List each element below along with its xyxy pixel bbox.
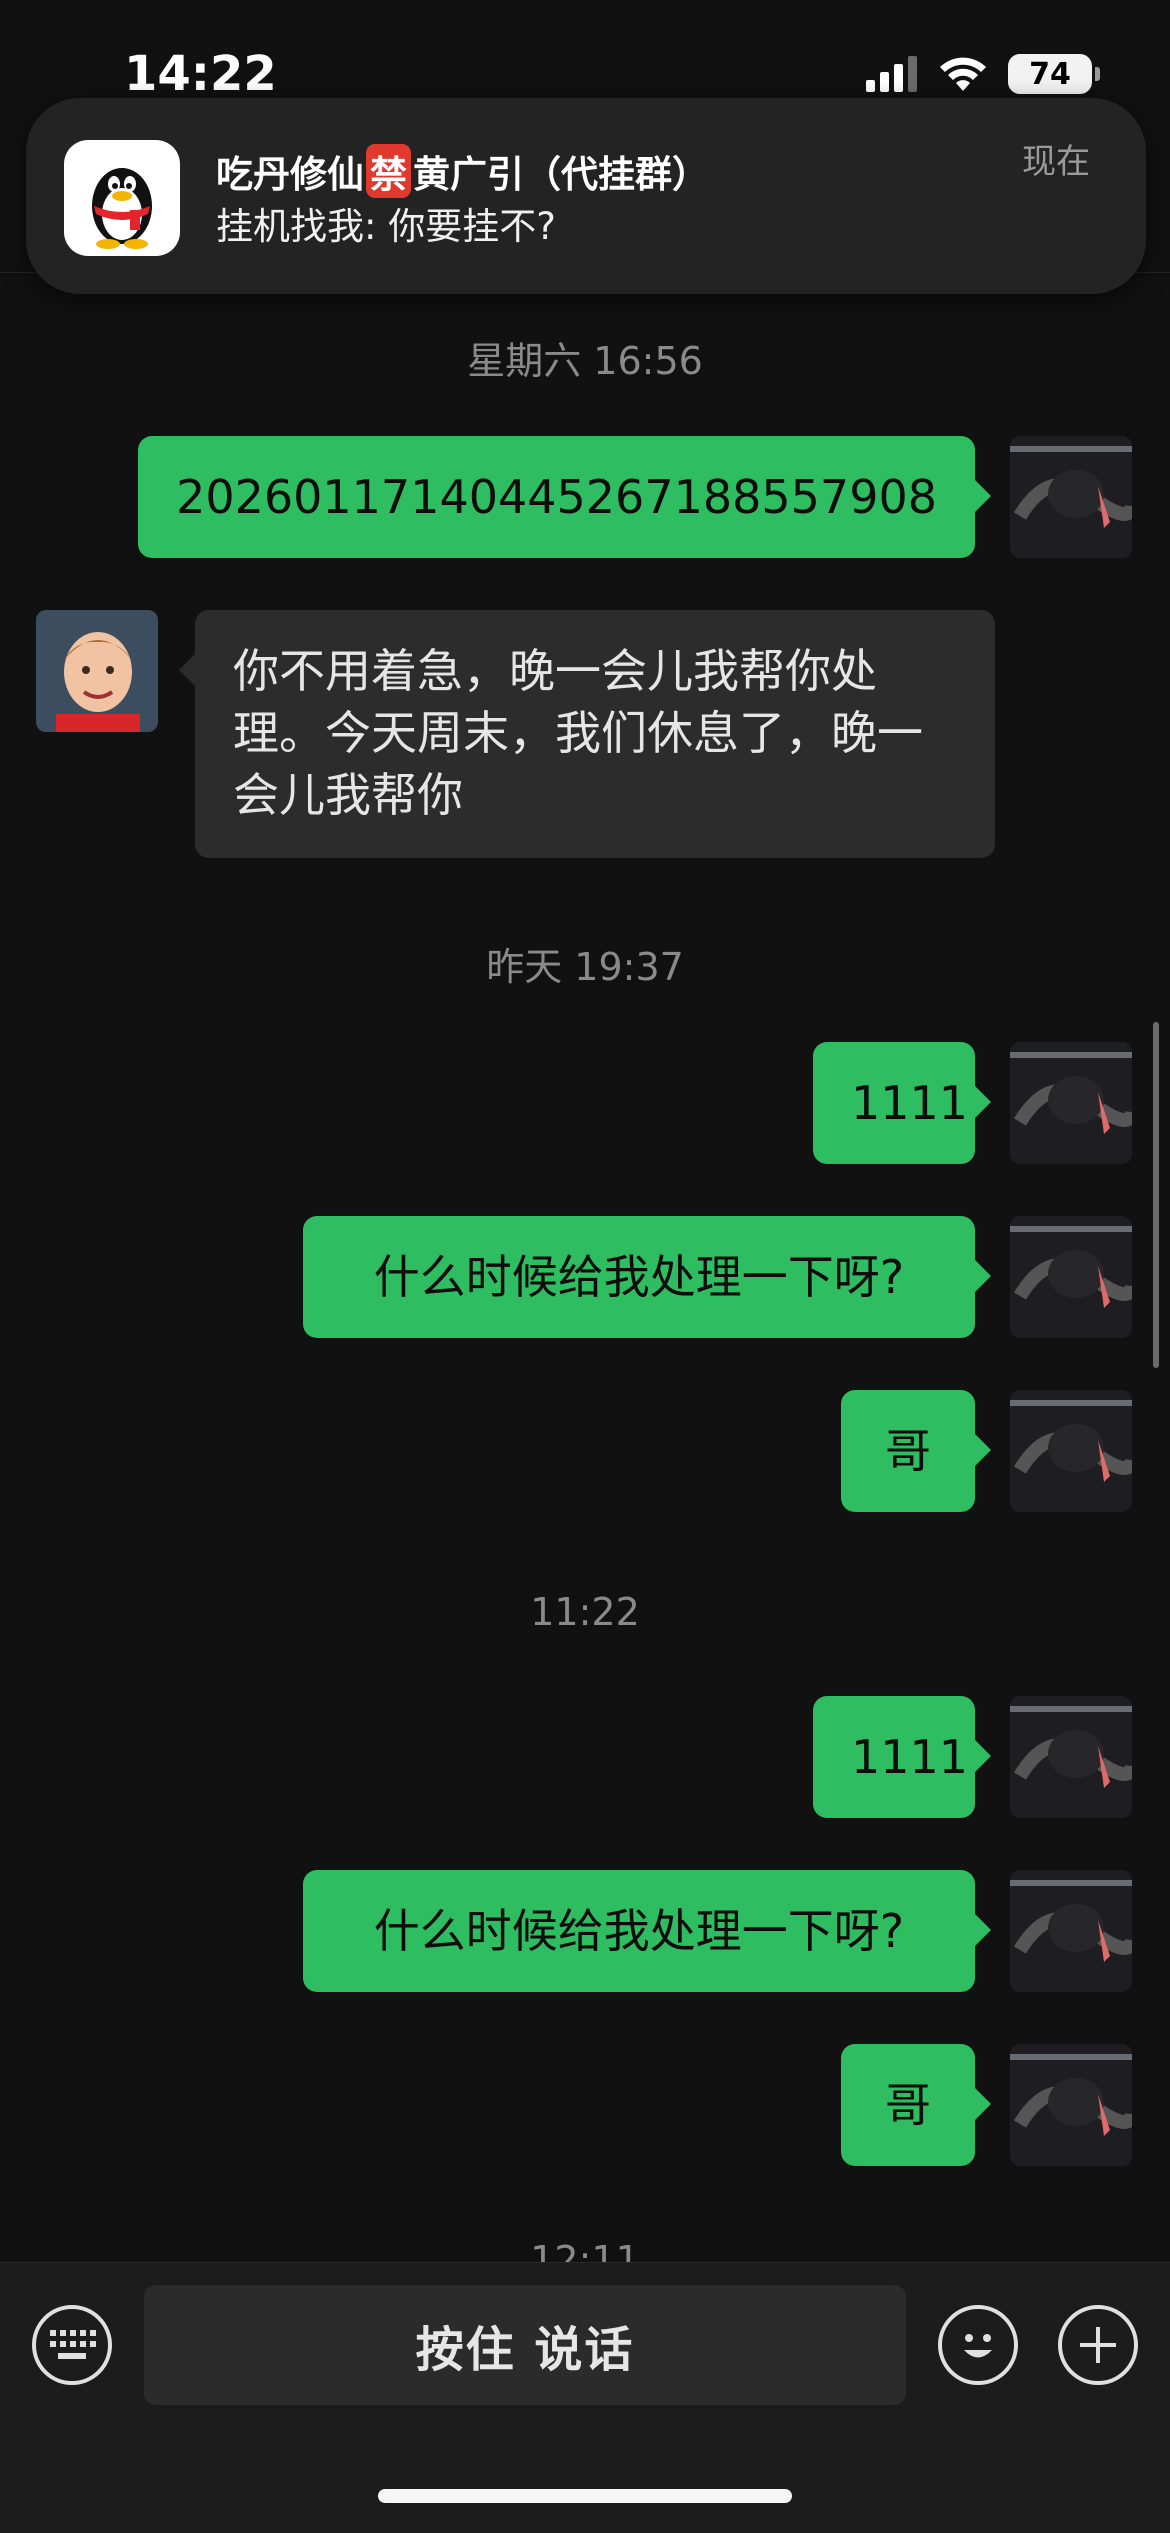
emoji-icon[interactable] <box>938 2305 1018 2385</box>
self-avatar[interactable] <box>1010 436 1132 558</box>
contact-avatar[interactable] <box>36 610 158 732</box>
self-avatar[interactable] <box>1010 2044 1132 2166</box>
timestamp: 星期六 16:56 <box>467 339 703 383</box>
notification-title-prefix: 吃丹修仙 <box>216 153 364 196</box>
message-bubble[interactable]: 1111 <box>813 1696 991 1818</box>
input-bar: 按住 说话 <box>0 2262 1170 2533</box>
timestamp: 11:22 <box>530 1590 640 1634</box>
notification-title-suffix: 黄广引（代挂群） <box>413 153 709 196</box>
plus-icon[interactable] <box>1058 2305 1138 2385</box>
self-avatar[interactable] <box>1010 1216 1132 1338</box>
battery-icon: 74 <box>1008 54 1100 94</box>
status-time: 14:22 <box>124 46 277 102</box>
notification-banner[interactable]: 吃丹修仙禁黄广引（代挂群） 挂机找我: 你要挂不? 现在 <box>26 98 1146 294</box>
self-avatar[interactable] <box>1010 1696 1132 1818</box>
timestamp: 昨天 19:37 <box>486 945 684 989</box>
message-bubble[interactable]: 你不用着急，晚一会儿我帮你处理。今天周末，我们休息了，晚一会儿我帮你 <box>179 610 995 858</box>
wifi-icon <box>940 57 986 91</box>
message-bubble[interactable]: 哥 <box>841 2044 991 2166</box>
home-indicator[interactable] <box>378 2489 792 2503</box>
qq-penguin-icon <box>64 140 180 256</box>
message-bubble[interactable]: 什么时候给我处理一下呀? <box>303 1216 991 1338</box>
notification-body: 挂机找我: 你要挂不? <box>216 205 556 248</box>
self-avatar[interactable] <box>1010 1870 1132 1992</box>
self-avatar[interactable] <box>1010 1042 1132 1164</box>
ban-badge: 禁 <box>366 144 411 198</box>
notification-title: 吃丹修仙禁黄广引（代挂群） <box>216 144 709 198</box>
status-icons: 74 <box>866 54 1100 94</box>
notification-time: 现在 <box>1022 142 1090 182</box>
hold-to-talk-button[interactable]: 按住 说话 <box>144 2285 906 2405</box>
message-bubble[interactable]: 哥 <box>841 1390 991 1512</box>
scrollbar[interactable] <box>1153 1022 1159 1368</box>
self-avatar[interactable] <box>1010 1390 1132 1512</box>
keyboard-icon[interactable] <box>32 2305 112 2385</box>
message-bubble[interactable]: 20260117140445267188557908 <box>138 436 991 558</box>
signal-icon <box>866 56 917 92</box>
message-bubble[interactable]: 什么时候给我处理一下呀? <box>303 1870 991 1992</box>
message-bubble[interactable]: 1111 <box>813 1042 991 1164</box>
